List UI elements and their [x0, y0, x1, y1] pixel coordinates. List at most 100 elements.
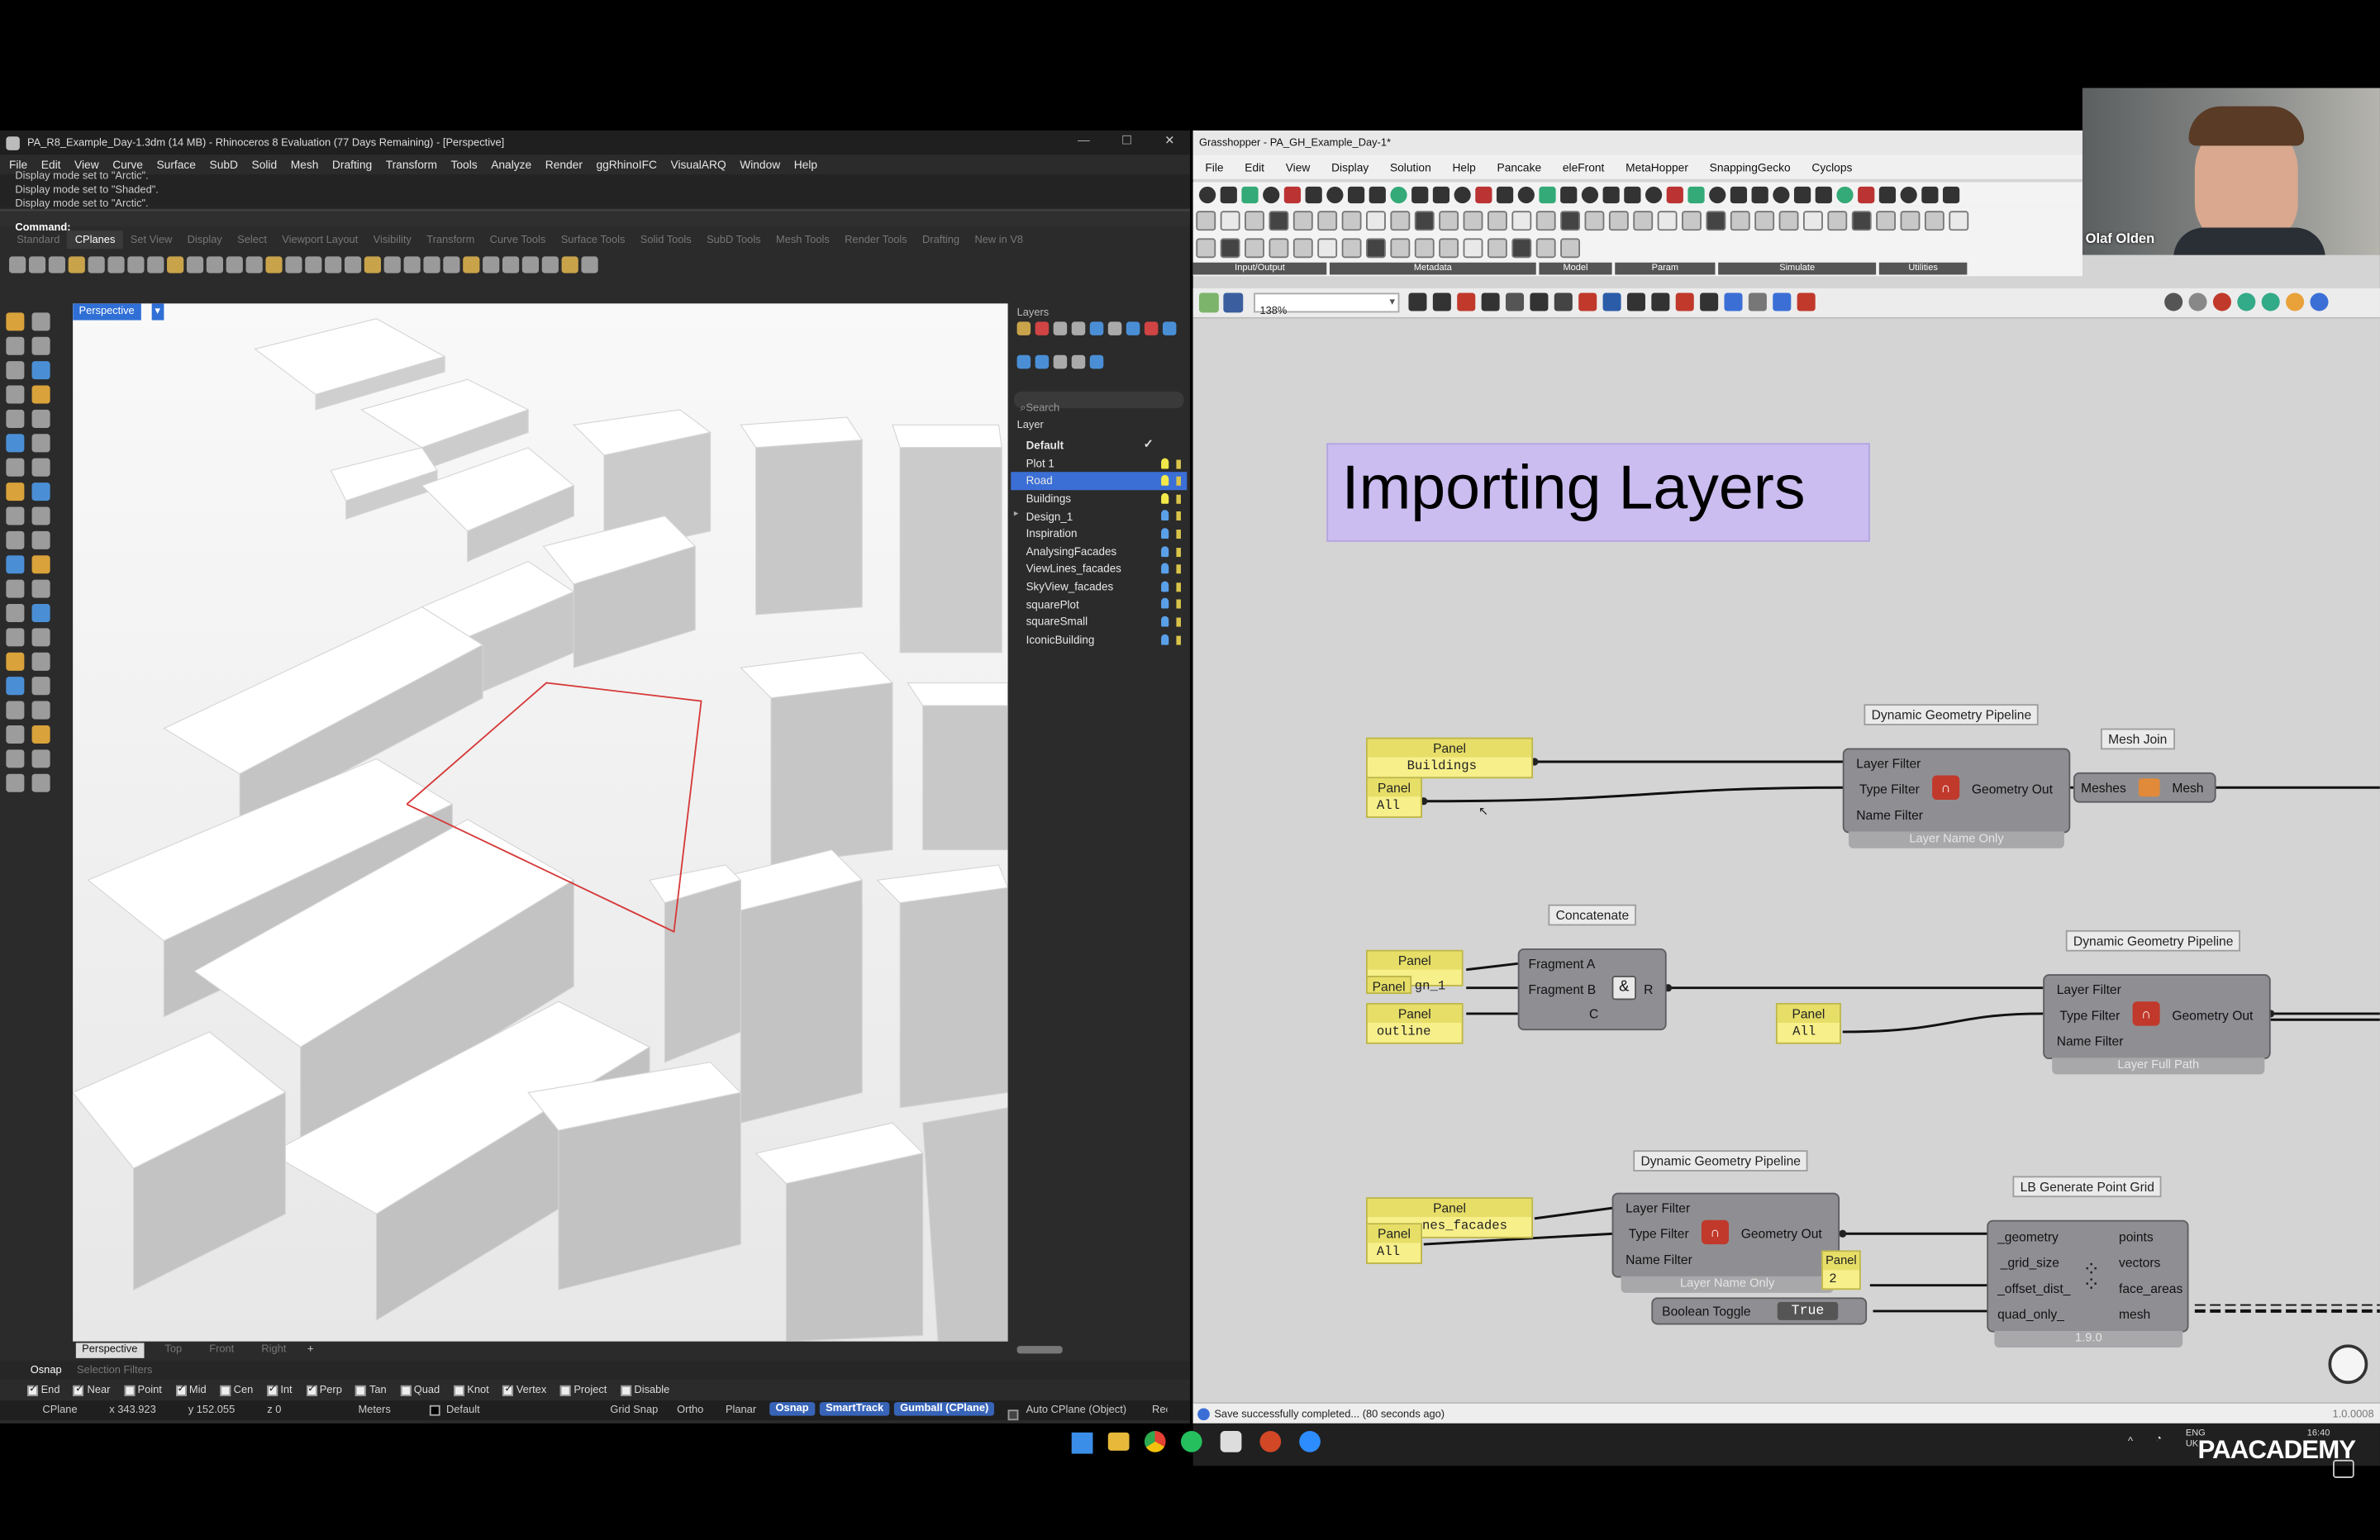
gh-ribbon-icon[interactable] — [1851, 211, 1872, 231]
gh-ribbon-icon[interactable] — [1633, 211, 1654, 231]
gh-canvas-tool-icon[interactable] — [1457, 292, 1476, 311]
panel-type-all-2[interactable]: Panel All — [1775, 1003, 1841, 1044]
checkbox[interactable] — [620, 1385, 631, 1396]
toolbar-icon[interactable] — [167, 255, 184, 273]
lightbulb-icon[interactable] — [1161, 563, 1169, 574]
tool-icon[interactable] — [31, 530, 50, 549]
panel-type-all[interactable]: Panel All — [1366, 777, 1422, 818]
maximize-icon[interactable]: ☐ — [1121, 134, 1132, 149]
gh-ribbon-icon[interactable] — [1511, 211, 1532, 231]
lock-icon[interactable] — [1176, 547, 1181, 557]
lightbulb-icon[interactable] — [1161, 492, 1169, 504]
gh-ribbon-icon[interactable] — [1269, 211, 1289, 231]
gh-ribbon-icon[interactable] — [1341, 211, 1362, 231]
toolbar-icon[interactable] — [68, 255, 85, 273]
gumball-toggle[interactable]: Gumball (CPlane) — [893, 1402, 995, 1416]
gh-ribbon-icon[interactable] — [1560, 211, 1581, 231]
status-cplane[interactable]: CPlane — [42, 1404, 77, 1418]
view-tab-right[interactable]: Right — [255, 1343, 293, 1357]
gh-ribbon-icon[interactable] — [1778, 211, 1799, 231]
toolbar-icon[interactable] — [325, 255, 342, 273]
tab-subd-tools[interactable]: SubD Tools — [699, 231, 769, 249]
layer-row[interactable]: Default ✓ — [1011, 437, 1187, 454]
gh-canvas-tool-icon[interactable] — [1724, 292, 1743, 311]
gh-canvas-tool-icon[interactable] — [1675, 292, 1694, 311]
gh-menu-cyclops[interactable]: Cyclops — [1811, 160, 1852, 174]
search-input[interactable]: ⌕Search — [1013, 391, 1184, 414]
comp-mode[interactable]: Layer Name Only — [1849, 831, 2064, 848]
tray-chevron-icon[interactable]: ^ — [2128, 1436, 2133, 1450]
panel-value[interactable]: outline — [1368, 1023, 1462, 1041]
save-icon[interactable] — [1223, 292, 1244, 313]
osnap-toggle[interactable]: Osnap — [769, 1402, 815, 1416]
tab-new-in-v8[interactable]: New in V8 — [967, 231, 1031, 249]
tab-transform[interactable]: Transform — [419, 231, 482, 249]
gh-component-icon[interactable] — [1305, 185, 1322, 203]
gh-ribbon-icon[interactable] — [1463, 237, 1483, 258]
input-fragment-b[interactable]: Fragment B — [1529, 982, 1597, 996]
output-vectors[interactable]: vectors — [2119, 1255, 2160, 1270]
gh-ribbon-icon[interactable] — [1560, 237, 1581, 258]
toolbar-icon[interactable] — [48, 255, 65, 273]
output-points[interactable]: points — [2119, 1229, 2154, 1244]
gh-component-icon[interactable] — [1347, 185, 1365, 203]
toolbar-icon[interactable] — [265, 255, 283, 273]
layer-tool-icon[interactable] — [1016, 321, 1031, 335]
checkbox[interactable] — [306, 1382, 317, 1396]
toolbar-icon[interactable] — [88, 255, 105, 273]
input-meshes[interactable]: Meshes — [2081, 780, 2126, 795]
checkbox[interactable] — [27, 1382, 38, 1396]
gh-component-icon[interactable] — [1241, 185, 1259, 203]
gh-ribbon-icon[interactable] — [1802, 211, 1823, 231]
input-geometry[interactable]: _geometry — [1997, 1229, 2059, 1244]
chrome-icon[interactable] — [1144, 1431, 1166, 1452]
lightbulb-icon[interactable] — [1161, 457, 1169, 468]
gh-ribbon-icon[interactable] — [1317, 237, 1338, 258]
gh-component-icon[interactable] — [1411, 185, 1429, 203]
gh-canvas-tool-icon[interactable] — [1602, 292, 1621, 311]
command-line[interactable]: Command: — [0, 209, 1190, 234]
close-icon[interactable]: ✕ — [1164, 134, 1174, 149]
output-r[interactable]: R — [1644, 982, 1653, 996]
checkbox[interactable] — [355, 1385, 367, 1396]
gh-component-icon[interactable] — [1900, 185, 1917, 203]
layer-tool-icon[interactable] — [1053, 321, 1068, 335]
lightbulb-icon[interactable] — [1161, 528, 1169, 539]
lightbulb-icon[interactable] — [1161, 598, 1169, 610]
input-layer-filter[interactable]: Layer Filter — [1856, 756, 1921, 771]
tool-icon[interactable] — [31, 677, 50, 696]
toolbar-icon[interactable] — [28, 255, 46, 273]
tab-solid-tools[interactable]: Solid Tools — [633, 231, 699, 249]
osnap-end[interactable]: End — [27, 1382, 60, 1396]
lock-icon[interactable] — [1176, 564, 1181, 574]
gh-component-icon[interactable] — [1368, 185, 1386, 203]
osnap-vertex[interactable]: Vertex — [502, 1382, 546, 1396]
input-type-filter[interactable]: Type Filter — [2059, 1008, 2120, 1023]
tab-curve-tools[interactable]: Curve Tools — [482, 231, 553, 249]
auto-cplane-checkbox[interactable] — [1007, 1409, 1019, 1421]
gh-ribbon-icon[interactable] — [1535, 237, 1556, 258]
osnap-point[interactable]: Point — [123, 1385, 162, 1396]
input-c[interactable]: C — [1589, 1006, 1598, 1021]
toolbar-icon[interactable] — [502, 255, 520, 273]
layer-row[interactable]: SkyView_facades — [1011, 578, 1187, 595]
gh-component-icon[interactable] — [1390, 185, 1407, 203]
tab-selection-filters[interactable]: Selection Filters — [77, 1363, 152, 1377]
gh-menu-edit[interactable]: Edit — [1245, 160, 1264, 174]
toolbar-icon[interactable] — [541, 255, 559, 273]
tool-icon[interactable] — [31, 482, 50, 501]
input-type-filter[interactable]: Type Filter — [1859, 782, 1920, 796]
lightbulb-icon[interactable] — [1161, 580, 1169, 592]
gh-canvas-tool-icon[interactable] — [1432, 292, 1451, 311]
gh-canvas-tool-icon[interactable] — [1651, 292, 1670, 311]
gh-ribbon-icon[interactable] — [1196, 211, 1216, 231]
tool-icon[interactable] — [31, 458, 50, 477]
tab-set-view[interactable]: Set View — [123, 231, 180, 249]
gh-ribbon-icon[interactable] — [1220, 211, 1240, 231]
toolbar-icon[interactable] — [443, 255, 460, 273]
tool-icon[interactable] — [31, 579, 50, 598]
layer-row[interactable]: squarePlot — [1011, 596, 1187, 613]
lightbulb-icon[interactable] — [1161, 545, 1169, 557]
tool-icon[interactable] — [31, 361, 50, 380]
tool-icon[interactable] — [6, 409, 25, 428]
